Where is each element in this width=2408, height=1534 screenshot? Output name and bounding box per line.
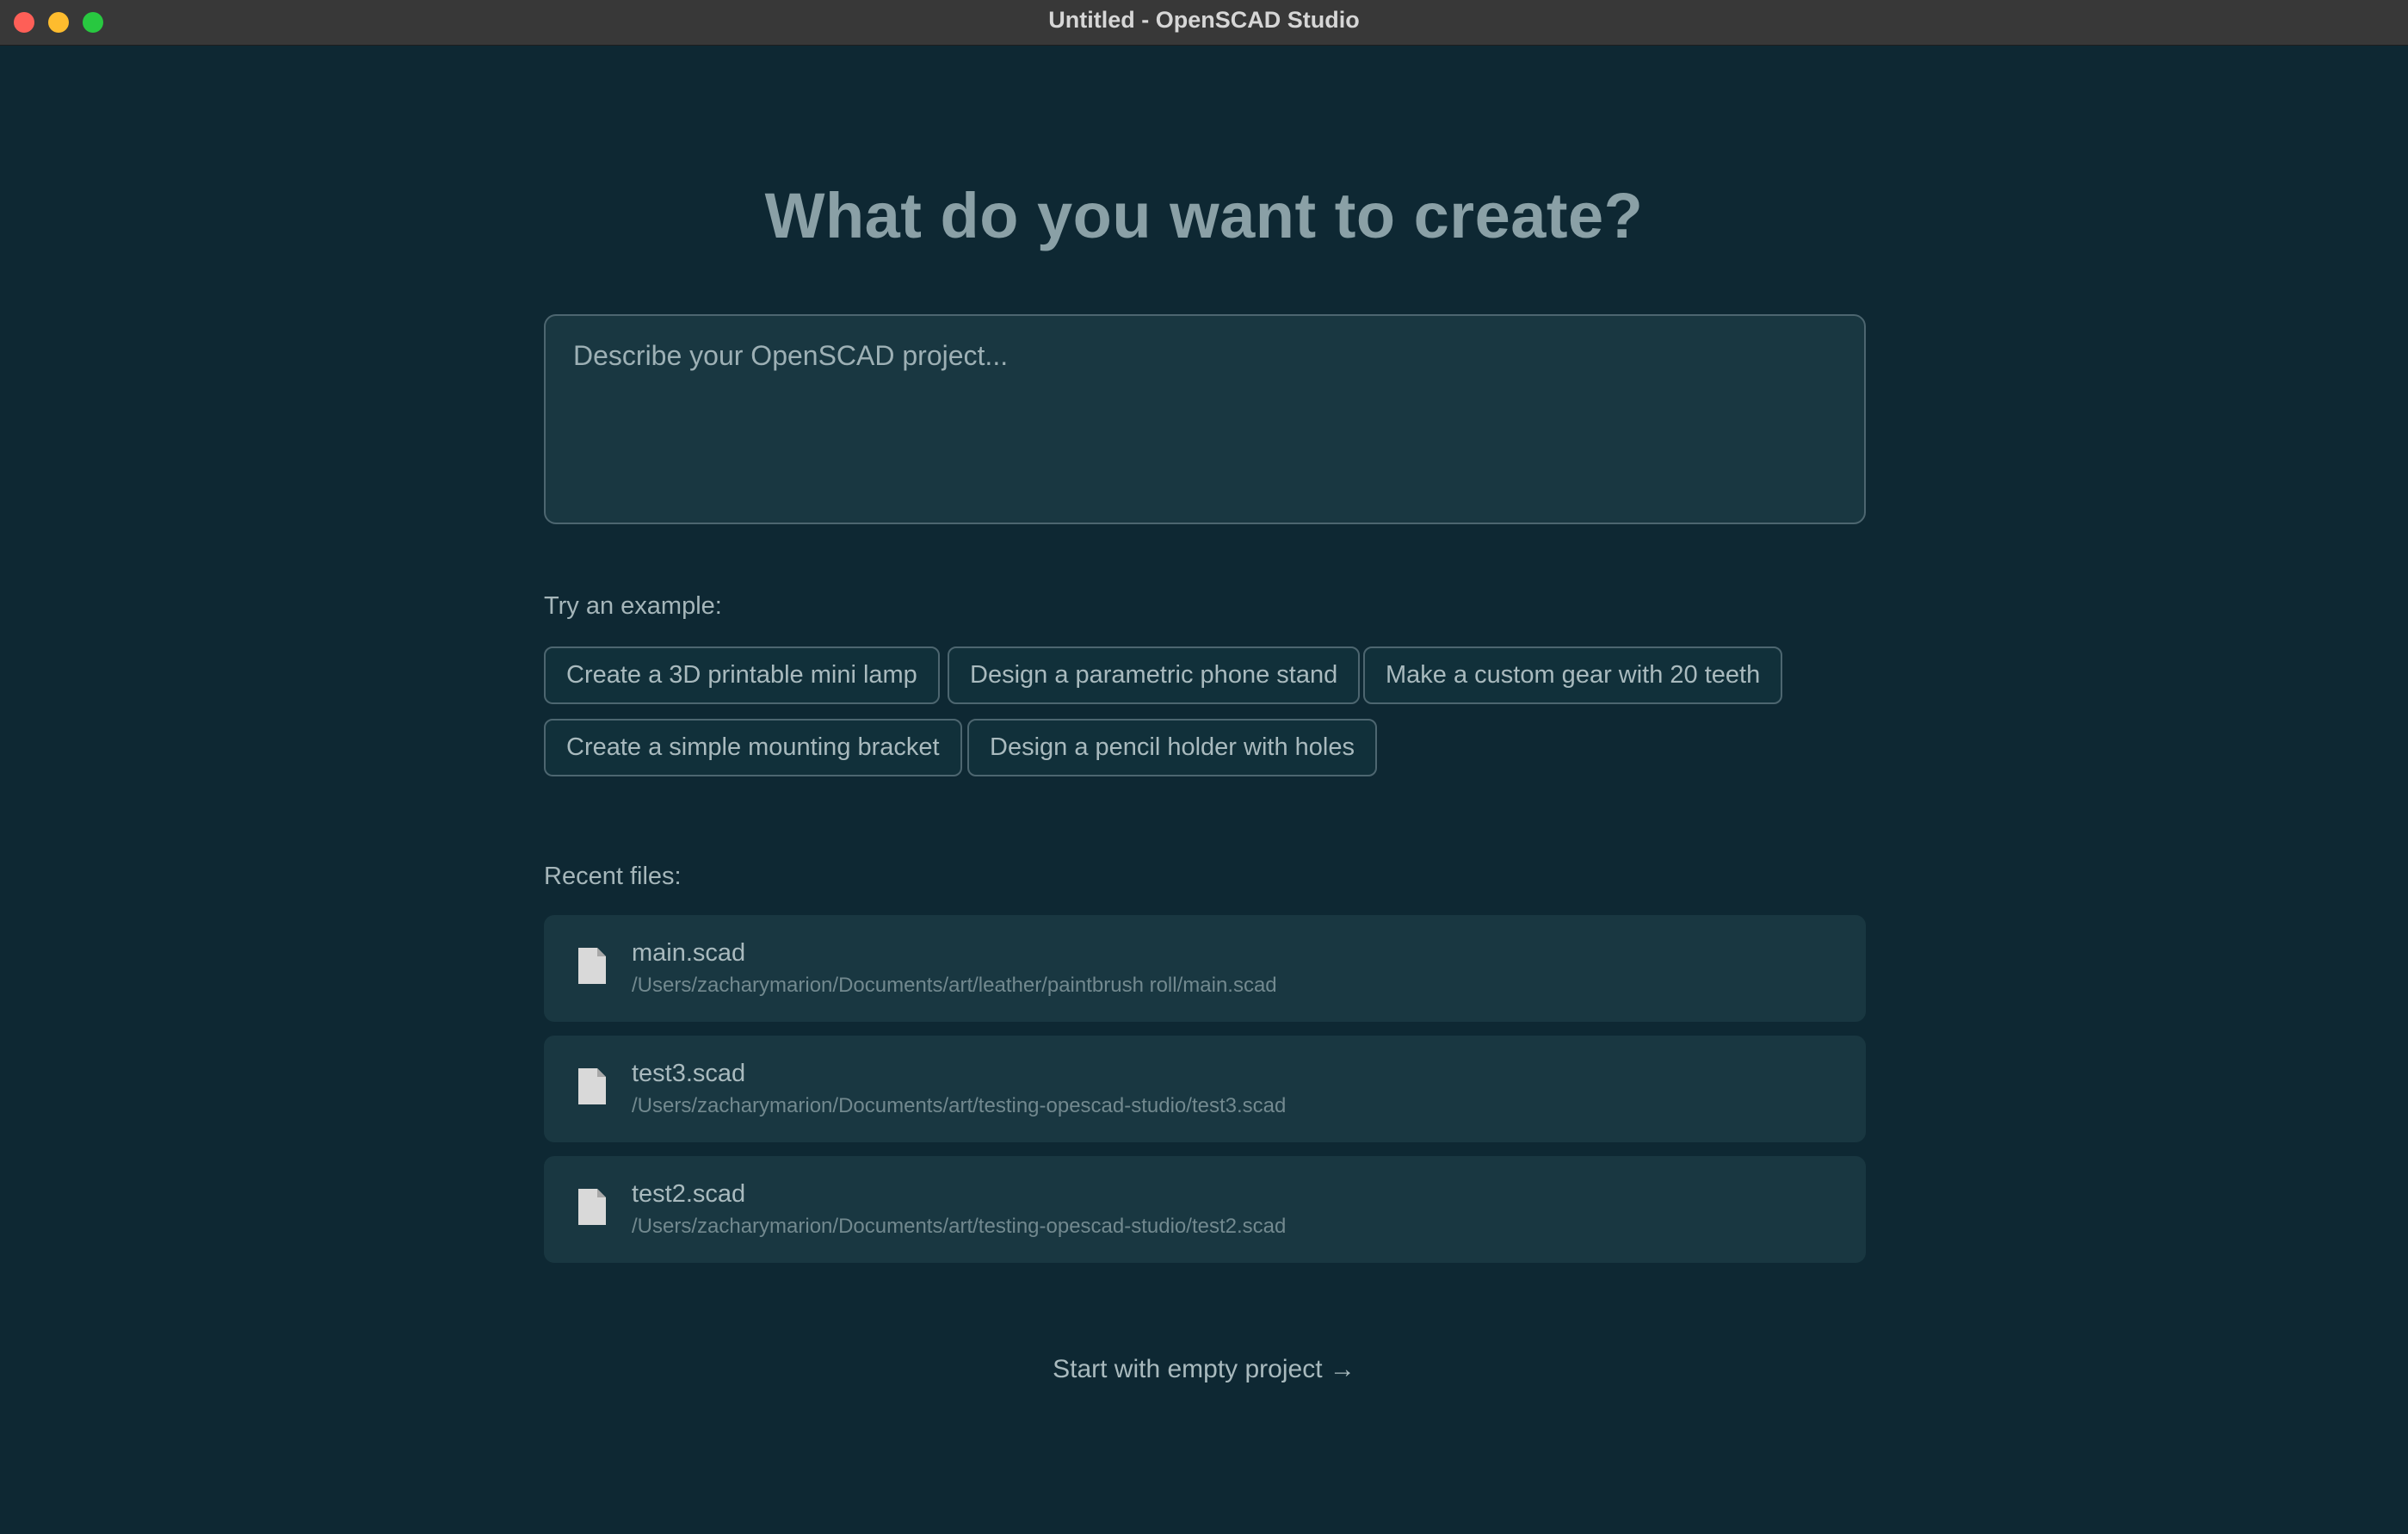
title-bar[interactable]: Untitled - OpenSCAD Studio: [0, 0, 2408, 46]
document-icon: [578, 948, 606, 984]
example-chip-custom-gear[interactable]: Make a custom gear with 20 teeth: [1363, 646, 1783, 704]
example-chip-pencil-holder[interactable]: Design a pencil holder with holes: [967, 719, 1377, 776]
recent-file-path: /Users/zacharymarion/Documents/art/testi…: [632, 1215, 1287, 1238]
document-icon: [578, 1189, 606, 1225]
recent-file-name: test3.scad: [632, 1060, 746, 1087]
recent-file-path: /Users/zacharymarion/Documents/art/leath…: [632, 974, 1277, 997]
example-chip-phone-stand[interactable]: Design a parametric phone stand: [948, 646, 1361, 704]
example-chip-mounting-bracket[interactable]: Create a simple mounting bracket: [544, 719, 962, 776]
recent-file-name: main.scad: [632, 939, 746, 967]
window-title: Untitled - OpenSCAD Studio: [1048, 7, 1360, 33]
recent-file-path: /Users/zacharymarion/Documents/art/testi…: [632, 1094, 1287, 1117]
recent-file-item[interactable]: test3.scad /Users/zacharymarion/Document…: [544, 1036, 1866, 1142]
examples-label: Try an example:: [544, 592, 722, 620]
app-window: Untitled - OpenSCAD Studio What do you w…: [0, 0, 2408, 1534]
start-empty-project-link[interactable]: Start with empty project →: [0, 1355, 2408, 1384]
example-chip-mini-lamp[interactable]: Create a 3D printable mini lamp: [544, 646, 940, 704]
document-icon: [578, 1068, 606, 1104]
project-description-input[interactable]: [544, 314, 1866, 524]
page-headline: What do you want to create?: [764, 180, 1644, 251]
recent-file-item[interactable]: test2.scad /Users/zacharymarion/Document…: [544, 1156, 1866, 1263]
recent-file-name: test2.scad: [632, 1180, 746, 1208]
recent-file-item[interactable]: main.scad /Users/zacharymarion/Documents…: [544, 915, 1866, 1022]
recent-files-label: Recent files:: [544, 863, 682, 890]
